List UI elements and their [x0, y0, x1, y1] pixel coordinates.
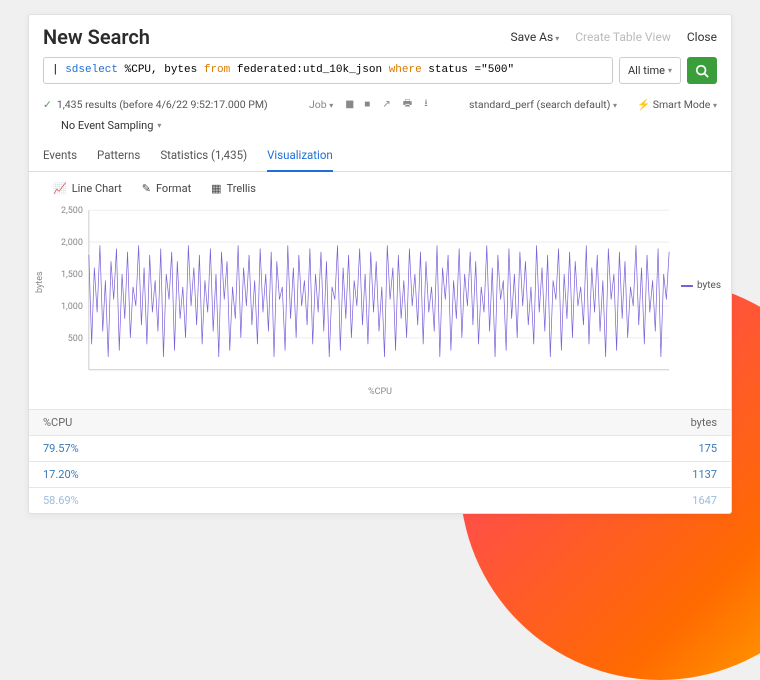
col-header-cpu[interactable]: %CPU — [29, 410, 407, 436]
svg-text:1,000: 1,000 — [61, 302, 83, 312]
caret-down-icon: ▾ — [613, 101, 617, 110]
create-table-view-link: Create Table View — [575, 30, 671, 44]
tab-visualization[interactable]: Visualization — [267, 140, 333, 172]
share-icon[interactable]: ↗ — [382, 99, 390, 110]
save-as-label: Save As — [511, 30, 554, 44]
keyword-where: where — [389, 64, 422, 76]
chart-legend: bytes — [681, 280, 721, 291]
format-button[interactable]: ✎ Format — [142, 182, 191, 195]
keyword-from: from — [204, 64, 230, 76]
chart-type-selector[interactable]: 📈 Line Chart — [53, 182, 122, 195]
results-table: %CPU bytes 79.57% 175 17.20% 1137 58.69%… — [29, 409, 731, 513]
search-panel: New Search Save As ▾ Create Table View C… — [28, 14, 732, 514]
page-title: New Search — [43, 25, 150, 49]
pause-icon[interactable]: ▮▮ — [345, 99, 352, 110]
save-as-menu[interactable]: Save As ▾ — [511, 30, 560, 44]
status-bar: ✓ 1,435 results (before 4/6/22 9:52:17.0… — [29, 92, 731, 117]
run-search-button[interactable] — [687, 57, 717, 84]
search-row: | sdselect %CPU, bytes from federated:ut… — [29, 57, 731, 92]
search-icon — [695, 64, 709, 78]
svg-text:1,500: 1,500 — [61, 270, 83, 280]
stop-icon[interactable]: ■ — [364, 99, 370, 110]
line-chart-icon: 📈 — [53, 182, 67, 195]
keyword-sdselect: sdselect — [65, 64, 118, 76]
workload-pool[interactable]: standard_perf (search default) ▾ — [469, 98, 617, 111]
tab-patterns[interactable]: Patterns — [97, 140, 140, 171]
close-button[interactable]: Close — [687, 30, 717, 44]
event-sampling-menu[interactable]: No Event Sampling ▾ — [29, 117, 731, 140]
table-row[interactable]: 17.20% 1137 — [29, 462, 731, 488]
panel-header: New Search Save As ▾ Create Table View C… — [29, 15, 731, 57]
trellis-button[interactable]: ▦ Trellis — [211, 182, 256, 195]
caret-down-icon: ▾ — [553, 34, 559, 43]
tab-events[interactable]: Events — [43, 140, 77, 171]
job-menu[interactable]: Job ▾ — [309, 98, 333, 111]
caret-down-icon: ▾ — [713, 101, 717, 110]
x-axis-label: %CPU — [41, 385, 719, 403]
trellis-icon: ▦ — [211, 182, 221, 195]
legend-label: bytes — [697, 280, 721, 291]
table-row[interactable]: 79.57% 175 — [29, 436, 731, 462]
caret-down-icon: ▾ — [329, 101, 333, 110]
header-actions: Save As ▾ Create Table View Close — [511, 30, 717, 44]
caret-down-icon: ▾ — [157, 121, 161, 130]
legend-swatch — [681, 285, 693, 287]
svg-text:2,000: 2,000 — [61, 238, 83, 248]
svg-text:500: 500 — [68, 334, 83, 344]
pencil-icon: ✎ — [142, 182, 151, 195]
chart-area: bytes 500 1,000 1,500 2,000 2,500 bytes %CPU — [29, 205, 731, 409]
tab-statistics[interactable]: Statistics (1,435) — [160, 140, 247, 171]
check-icon: ✓ — [43, 98, 52, 111]
time-range-picker[interactable]: All time ▾ — [619, 57, 681, 84]
download-icon[interactable]: ⭳ — [424, 96, 428, 113]
search-mode[interactable]: ⚡ Smart Mode ▾ — [637, 98, 717, 111]
results-count: 1,435 results (before 4/6/22 9:52:17.000… — [57, 98, 268, 111]
svg-text:2,500: 2,500 — [61, 206, 83, 216]
result-tabs: Events Patterns Statistics (1,435) Visua… — [29, 140, 731, 172]
chart-toolbar: 📈 Line Chart ✎ Format ▦ Trellis — [29, 172, 731, 205]
search-input[interactable]: | sdselect %CPU, bytes from federated:ut… — [43, 57, 613, 84]
line-chart: 500 1,000 1,500 2,000 2,500 — [41, 205, 719, 385]
time-range-label: All time — [628, 64, 665, 77]
print-icon[interactable]: 🖶 — [403, 96, 412, 113]
table-row[interactable]: 58.69% 1647 — [29, 488, 731, 514]
col-header-bytes[interactable]: bytes — [407, 410, 731, 436]
y-axis-label: bytes — [35, 271, 45, 293]
caret-down-icon: ▾ — [668, 66, 672, 75]
bolt-icon: ⚡ — [637, 98, 650, 111]
